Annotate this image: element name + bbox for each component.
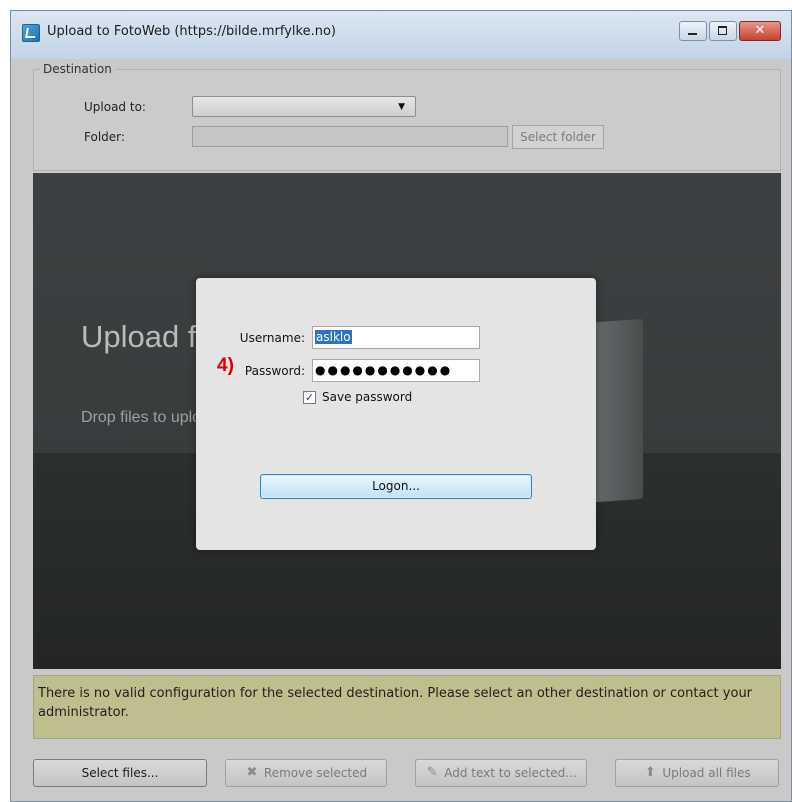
remove-selected-label: Remove selected <box>263 766 368 780</box>
select-files-label: Select files... <box>81 766 159 780</box>
save-password-checkbox[interactable]: ✓ <box>303 391 316 404</box>
minimize-icon[interactable] <box>679 21 707 41</box>
window-controls <box>679 21 781 41</box>
upload-to-dropdown[interactable]: ▼ <box>192 96 416 117</box>
save-password-label: Save password <box>322 390 413 404</box>
folder-field[interactable] <box>192 126 508 147</box>
select-files-button[interactable]: Select files... <box>33 759 207 787</box>
window-title: Upload to FotoWeb (https://bilde.mrfylke… <box>47 24 337 39</box>
config-error-message: There is no valid configuration for the … <box>33 675 781 739</box>
destination-legend: Destination <box>40 62 115 76</box>
maximize-icon[interactable] <box>709 21 737 41</box>
password-input[interactable]: ●●●●●●●●●●● <box>312 359 480 382</box>
close-icon[interactable] <box>739 21 781 41</box>
username-input[interactable]: aslklo <box>312 326 480 349</box>
username-label: Username: <box>239 331 305 345</box>
remove-selected-button[interactable]: ✖ Remove selected <box>225 759 387 787</box>
login-dialog: Username: aslklo Password: ●●●●●●●●●●● ✓… <box>196 278 596 550</box>
username-value: aslklo <box>315 330 352 344</box>
remove-icon: ✖ <box>246 765 258 780</box>
dropdown-arrow-icon: ▼ <box>398 102 405 112</box>
upload-arrow-icon: ⬆ <box>644 765 656 780</box>
add-text-button[interactable]: ✎ Add text to selected... <box>415 759 587 787</box>
title-bar[interactable]: Upload to FotoWeb (https://bilde.mrfylke… <box>11 11 791 59</box>
fotoweb-icon <box>22 24 40 42</box>
select-folder-button[interactable]: Select folder <box>512 125 604 149</box>
upload-all-button[interactable]: ⬆ Upload all files <box>615 759 779 787</box>
upload-all-label: Upload all files <box>662 766 751 780</box>
edit-icon: ✎ <box>426 765 438 780</box>
destination-group: Destination Upload to: ▼ Folder: Select … <box>33 62 781 171</box>
add-text-label: Add text to selected... <box>444 766 577 780</box>
folder-label: Folder: <box>84 130 125 144</box>
step-annotation: 4) <box>217 355 234 376</box>
logon-button[interactable]: Logon... <box>260 474 532 499</box>
upload-to-label: Upload to: <box>84 100 146 114</box>
